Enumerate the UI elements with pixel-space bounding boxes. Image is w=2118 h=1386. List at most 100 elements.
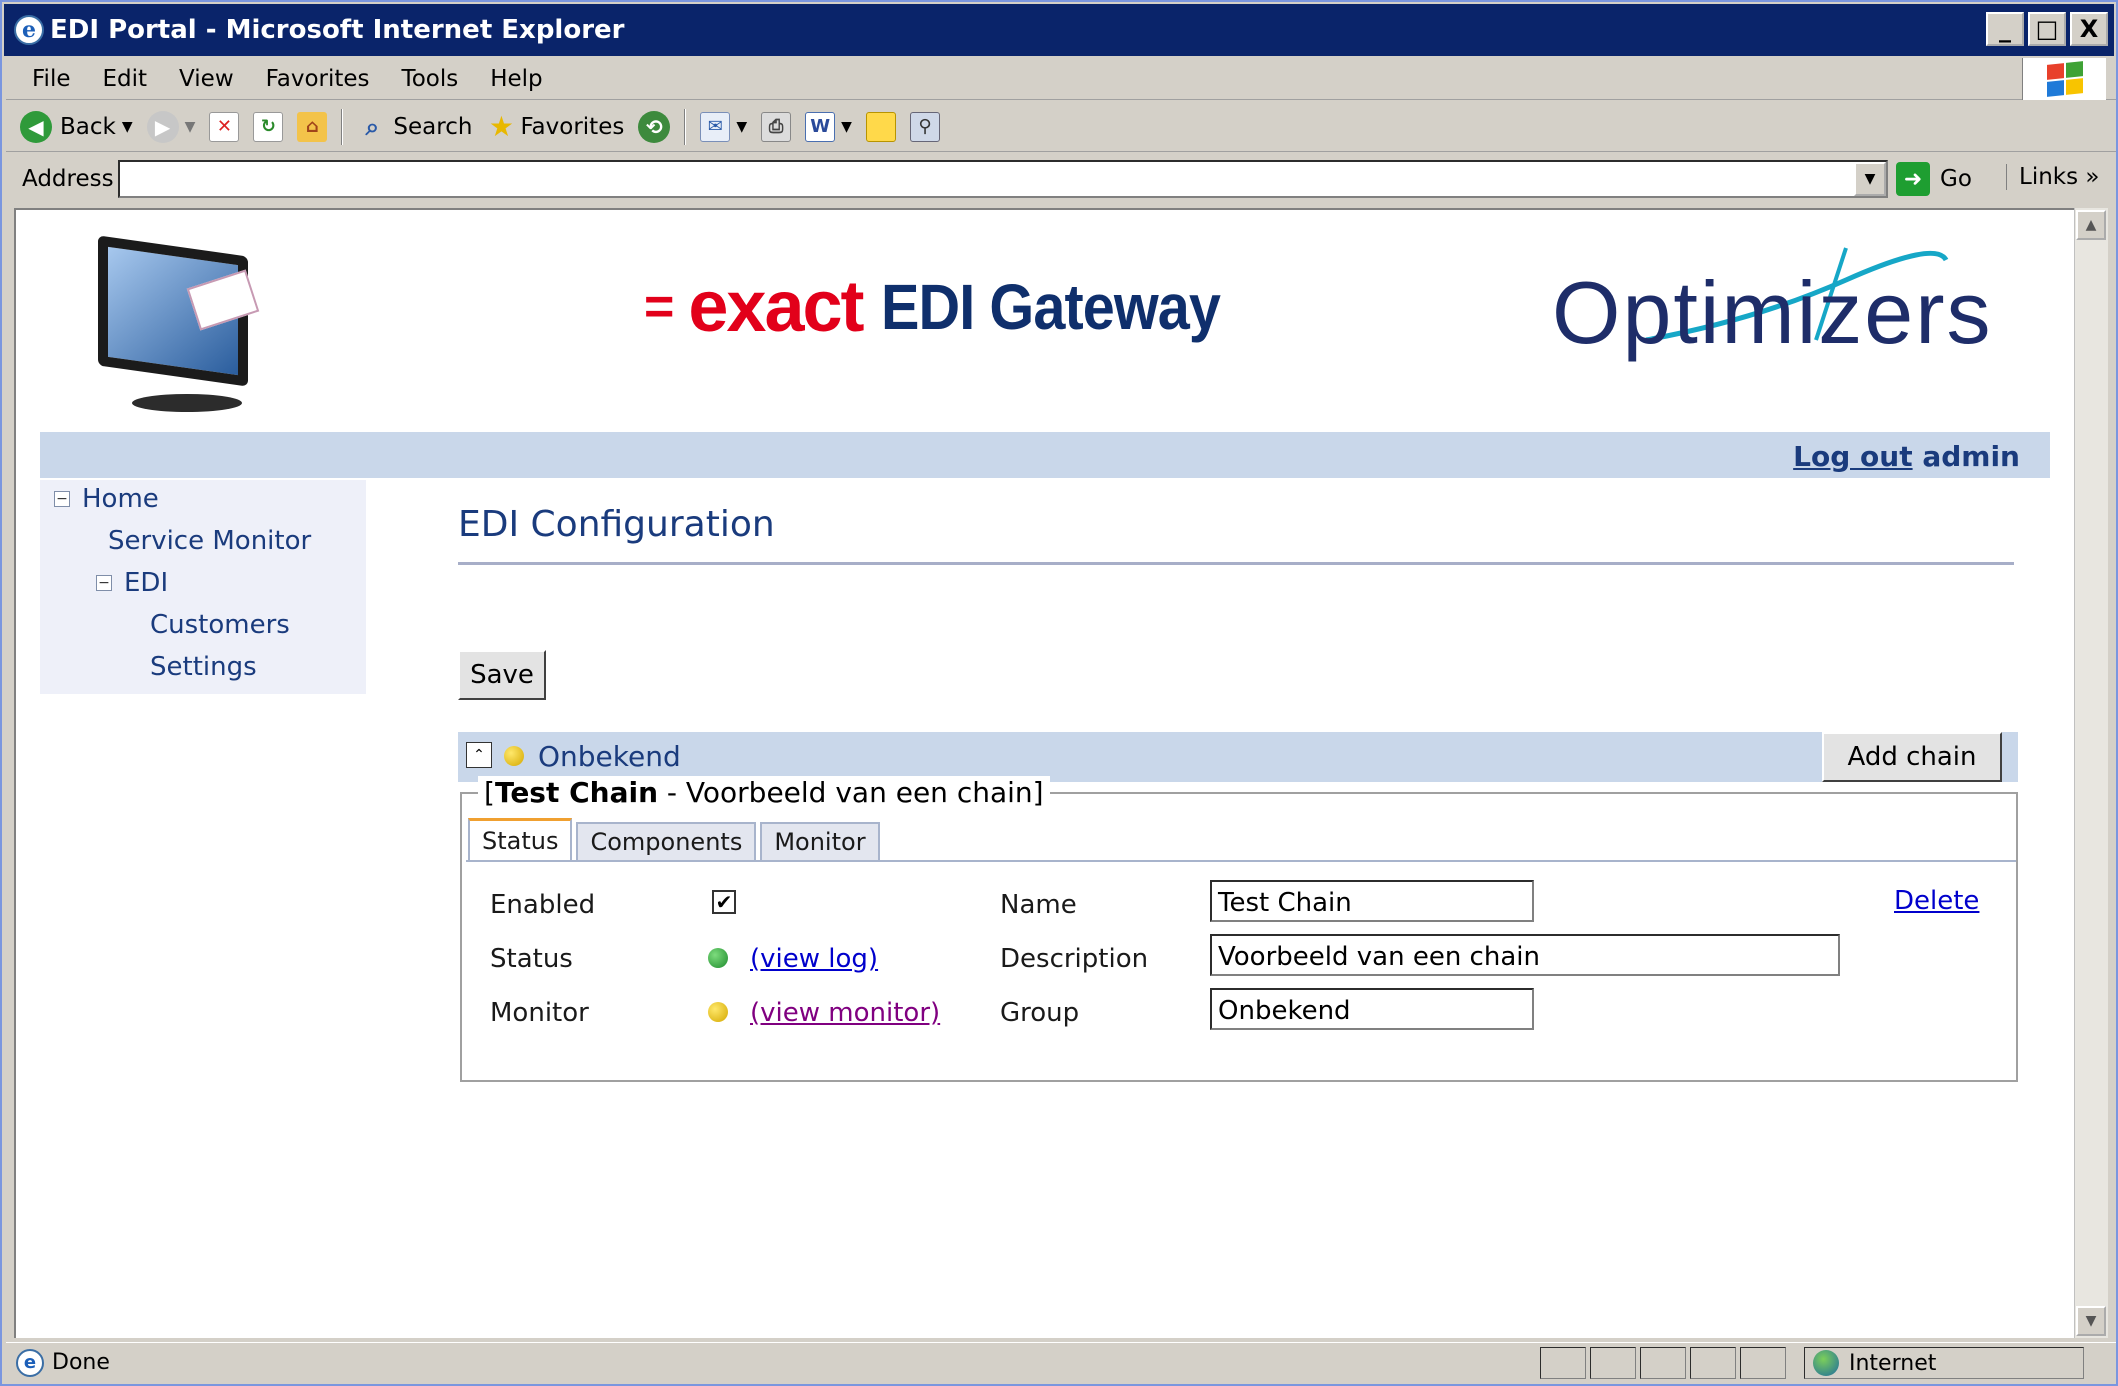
chain-tabs: Status Components Monitor bbox=[468, 818, 880, 860]
exact-equals-mark: = bbox=[644, 278, 675, 336]
nav-label-customers: Customers bbox=[150, 610, 290, 640]
optimizers-logo: Optimizers bbox=[1552, 263, 1993, 362]
mail-icon: ✉ bbox=[700, 111, 731, 142]
status-text: Done bbox=[52, 1350, 110, 1375]
delete-link[interactable]: Delete bbox=[1894, 886, 1979, 916]
chain-group-header: ⌃ Onbekend bbox=[458, 732, 2018, 782]
close-button[interactable]: X bbox=[2070, 12, 2108, 46]
monitor-stand bbox=[132, 394, 242, 412]
menu-help[interactable]: Help bbox=[490, 66, 542, 92]
forward-dropdown-icon[interactable]: ▼ bbox=[185, 119, 196, 135]
home-icon: ⌂ bbox=[297, 111, 328, 142]
search-label: Search bbox=[393, 113, 473, 140]
zone-text: Internet bbox=[1849, 1350, 1937, 1376]
scroll-up-icon[interactable]: ▲ bbox=[2076, 210, 2106, 240]
sidebar-nav: − Home Service Monitor − EDI Customers S… bbox=[40, 480, 366, 694]
back-dropdown-icon[interactable]: ▼ bbox=[122, 119, 133, 135]
mail-dropdown-icon[interactable]: ▼ bbox=[736, 119, 747, 135]
search-button[interactable]: ⌕ Search bbox=[357, 112, 473, 142]
standard-toolbar: ◀ Back ▼ ▶ ▼ ✕ ↻ ⌂ ⌕ Search ★ Favorites … bbox=[6, 102, 2116, 152]
logout-link[interactable]: Log out bbox=[1793, 440, 1912, 473]
nav-item-home[interactable]: − Home bbox=[54, 484, 159, 514]
ie-icon: e bbox=[14, 15, 44, 45]
title-divider bbox=[458, 562, 2014, 565]
history-button[interactable]: ⟲ bbox=[638, 110, 671, 143]
status-bar: e Done Internet bbox=[6, 1342, 2116, 1382]
forward-arrow-icon: ▶ bbox=[146, 110, 179, 143]
mail-button[interactable]: ✉ ▼ bbox=[700, 111, 747, 142]
description-input[interactable]: Voorbeeld van een chain bbox=[1210, 934, 1840, 976]
menu-edit[interactable]: Edit bbox=[103, 66, 148, 92]
nav-item-edi[interactable]: − EDI bbox=[96, 568, 168, 598]
nav-label-settings: Settings bbox=[150, 652, 257, 682]
nav-label-home: Home bbox=[82, 484, 159, 514]
chain-legend-name: Test Chain bbox=[494, 776, 659, 809]
tab-monitor[interactable]: Monitor bbox=[760, 822, 880, 860]
tab-components[interactable]: Components bbox=[576, 822, 757, 860]
links-label: Links bbox=[2019, 164, 2079, 190]
search-icon: ⌕ bbox=[365, 112, 380, 141]
favorites-button[interactable]: ★ Favorites bbox=[486, 110, 625, 143]
favorites-star-icon: ★ bbox=[488, 110, 514, 143]
menu-favorites[interactable]: Favorites bbox=[266, 66, 370, 92]
status-text-area: e Done bbox=[16, 1348, 110, 1377]
maximize-button[interactable]: □ bbox=[2028, 12, 2066, 46]
group-input[interactable]: Onbekend bbox=[1210, 988, 1534, 1030]
monitor-label: Monitor bbox=[490, 998, 589, 1028]
tab-status[interactable]: Status bbox=[468, 818, 573, 860]
home-button[interactable]: ⌂ bbox=[297, 111, 328, 142]
windows-flag-icon bbox=[2022, 58, 2106, 100]
address-label: Address bbox=[22, 166, 114, 192]
menu-file[interactable]: File bbox=[32, 66, 71, 92]
stop-button[interactable]: ✕ bbox=[209, 111, 240, 142]
go-label: Go bbox=[1940, 166, 1972, 192]
nav-item-service-monitor[interactable]: Service Monitor bbox=[108, 526, 311, 556]
vertical-scrollbar[interactable]: ▲ ▼ bbox=[2074, 208, 2108, 1338]
name-input[interactable]: Test Chain bbox=[1210, 880, 1534, 922]
scroll-down-icon[interactable]: ▼ bbox=[2076, 1306, 2106, 1336]
edit-button[interactable]: W ▼ bbox=[805, 111, 852, 142]
nav-label-service-monitor: Service Monitor bbox=[108, 526, 312, 556]
favorites-label: Favorites bbox=[520, 113, 625, 140]
print-button[interactable]: ⎙ bbox=[761, 111, 792, 142]
nav-item-settings[interactable]: Settings bbox=[150, 652, 257, 682]
group-status-yellow-icon bbox=[504, 746, 524, 766]
collapse-up-icon[interactable]: ⌃ bbox=[466, 742, 492, 768]
back-label: Back bbox=[60, 113, 116, 140]
description-label: Description bbox=[1000, 944, 1149, 974]
address-dropdown-icon[interactable]: ▼ bbox=[1854, 162, 1886, 196]
research-icon: ⚲ bbox=[909, 111, 940, 142]
group-name: Onbekend bbox=[538, 740, 681, 773]
research-button[interactable]: ⚲ bbox=[909, 111, 940, 142]
status-green-icon bbox=[708, 948, 728, 968]
save-button[interactable]: Save bbox=[458, 650, 546, 700]
print-icon: ⎙ bbox=[761, 111, 792, 142]
links-button[interactable]: Links » bbox=[2006, 164, 2099, 190]
add-chain-button[interactable]: Add chain bbox=[1822, 732, 2002, 782]
group-label: Group bbox=[1000, 998, 1080, 1028]
minimize-button[interactable]: _ bbox=[1986, 12, 2024, 46]
browser-window: e EDI Portal - Microsoft Internet Explor… bbox=[0, 0, 2118, 1386]
forward-button[interactable]: ▶ ▼ bbox=[146, 110, 196, 143]
edit-dropdown-icon[interactable]: ▼ bbox=[841, 119, 852, 135]
discuss-button[interactable] bbox=[865, 111, 896, 142]
header-band: Log out admin bbox=[40, 432, 2050, 478]
chain-legend: [Test Chain - Voorbeeld van een chain] bbox=[478, 776, 1050, 809]
menu-view[interactable]: View bbox=[179, 66, 234, 92]
address-input[interactable]: ▼ bbox=[118, 160, 1888, 198]
stop-icon: ✕ bbox=[209, 111, 240, 142]
refresh-button[interactable]: ↻ bbox=[253, 111, 284, 142]
logged-in-user: admin bbox=[1922, 440, 2020, 473]
collapse-icon[interactable]: − bbox=[54, 491, 70, 507]
ie-page-icon: e bbox=[16, 1348, 44, 1377]
back-arrow-icon: ◀ bbox=[20, 110, 52, 143]
enabled-checkbox[interactable]: ✔ bbox=[712, 890, 736, 914]
view-monitor-link[interactable]: (view monitor) bbox=[750, 998, 940, 1028]
go-button[interactable]: ➜ Go bbox=[1896, 162, 1972, 196]
menu-tools[interactable]: Tools bbox=[402, 66, 459, 92]
view-log-link[interactable]: (view log) bbox=[750, 944, 878, 974]
collapse-icon[interactable]: − bbox=[96, 575, 112, 591]
nav-item-customers[interactable]: Customers bbox=[150, 610, 290, 640]
back-button[interactable]: ◀ Back ▼ bbox=[20, 110, 133, 143]
go-arrow-icon: ➜ bbox=[1896, 162, 1930, 196]
